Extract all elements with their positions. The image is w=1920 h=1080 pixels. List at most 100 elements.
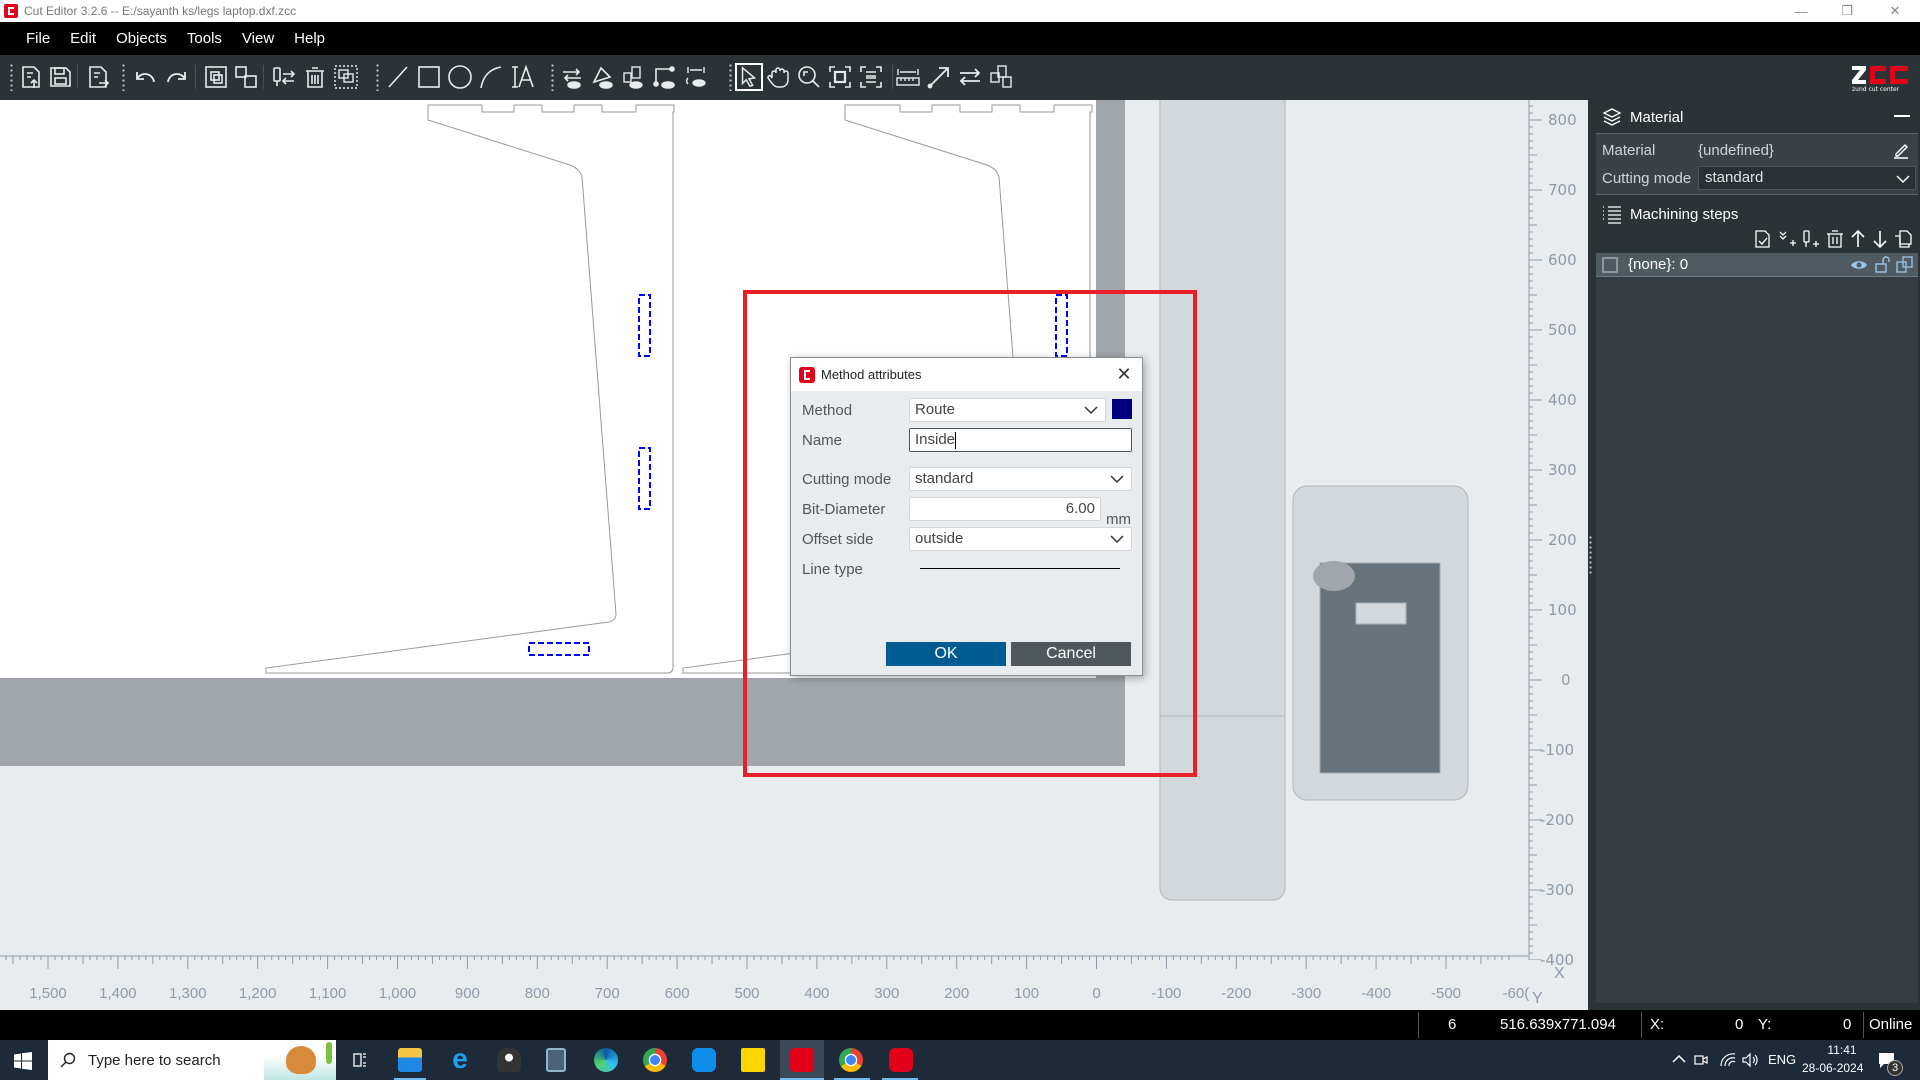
windows-start-icon[interactable]: [14, 1052, 32, 1070]
step-checkbox[interactable]: [1602, 257, 1618, 273]
panel-resize-grip[interactable]: [1588, 535, 1593, 575]
method-select[interactable]: Route: [909, 398, 1106, 422]
menu-edit[interactable]: Edit: [60, 30, 106, 47]
spacing-view-button[interactable]: [682, 63, 710, 91]
toolbar-grip[interactable]: [9, 63, 14, 91]
machining-step-row[interactable]: {none}: 0: [1596, 253, 1918, 277]
menu-tools[interactable]: Tools: [177, 30, 232, 47]
chevron-up-icon[interactable]: [1672, 1054, 1686, 1064]
menu-help[interactable]: Help: [284, 30, 335, 47]
move-up-button[interactable]: [1847, 228, 1869, 250]
cutting-mode-select[interactable]: standard: [1698, 166, 1916, 190]
offset-side-select[interactable]: outside: [909, 527, 1132, 551]
zoom-page-button[interactable]: [857, 63, 885, 91]
clock-date[interactable]: 28-06-2024: [1802, 1061, 1863, 1075]
arc-tool-button[interactable]: [477, 63, 505, 91]
add-tool-button[interactable]: [1800, 228, 1822, 250]
wifi-icon[interactable]: [1719, 1052, 1737, 1068]
sticky-notes-icon[interactable]: [741, 1048, 765, 1072]
zoom-tool-button[interactable]: [795, 63, 823, 91]
restore-button[interactable]: ❐: [1824, 0, 1870, 22]
layers-overlap-icon[interactable]: [1896, 256, 1914, 274]
cancel-button[interactable]: Cancel: [1011, 642, 1131, 666]
ok-button[interactable]: OK: [886, 642, 1006, 666]
zoom-fit-button[interactable]: [826, 63, 854, 91]
inkscape-icon[interactable]: [497, 1048, 521, 1072]
minimize-button[interactable]: —: [1778, 0, 1824, 22]
clock-time[interactable]: 11:41: [1818, 1043, 1866, 1057]
taskbar-search[interactable]: Type here to search: [48, 1040, 336, 1080]
reorder-button[interactable]: [988, 63, 1016, 91]
zcc-app-icon[interactable]: [889, 1048, 913, 1072]
new-step-button[interactable]: [1752, 228, 1774, 250]
x-tick-label: 100: [1014, 985, 1040, 1002]
method-color-swatch[interactable]: [1112, 399, 1132, 419]
menu-objects[interactable]: Objects: [106, 30, 177, 47]
undo-button[interactable]: [131, 63, 159, 91]
machining-steps-header[interactable]: Machining steps: [1602, 204, 1738, 224]
select-tool-button[interactable]: [735, 63, 763, 91]
direction-view-button[interactable]: [558, 63, 586, 91]
toolbar-grip[interactable]: [550, 63, 555, 91]
internet-explorer-icon[interactable]: e: [448, 1045, 472, 1073]
nodes-view-button[interactable]: [589, 63, 617, 91]
chrome-profile-icon[interactable]: [839, 1048, 863, 1072]
order-view-button[interactable]: [620, 63, 648, 91]
material-section-header[interactable]: Material: [1602, 107, 1683, 127]
cutting-mode-select[interactable]: standard: [909, 467, 1132, 491]
move-to-button[interactable]: [925, 63, 953, 91]
collapse-icon[interactable]: [1894, 115, 1910, 117]
cut-editor-taskbar-icon[interactable]: [790, 1048, 814, 1072]
close-button[interactable]: ✕: [1872, 0, 1918, 22]
text-caret: [955, 431, 957, 449]
delete-button[interactable]: [301, 63, 329, 91]
file-explorer-icon[interactable]: [398, 1048, 422, 1072]
redo-button[interactable]: [163, 63, 191, 91]
toolbar-grip[interactable]: [121, 63, 126, 91]
dialog-close-button[interactable]: ✕: [1114, 364, 1134, 384]
reverse-direction-button[interactable]: [956, 63, 984, 91]
measure-button[interactable]: [894, 63, 922, 91]
x-ruler-ticks: [0, 955, 1528, 969]
export-icon: [89, 66, 110, 88]
language-indicator[interactable]: ENG: [1768, 1052, 1796, 1067]
menu-file[interactable]: File: [16, 30, 60, 47]
calculator-icon[interactable]: [546, 1048, 566, 1072]
arrow-down-icon: [1873, 231, 1887, 249]
text-tool-button[interactable]: [508, 63, 536, 91]
pan-tool-button[interactable]: [765, 63, 793, 91]
teamviewer-icon[interactable]: [692, 1048, 716, 1072]
unlock-icon[interactable]: [1874, 256, 1892, 274]
bit-diameter-input[interactable]: 6.00: [909, 497, 1101, 521]
menu-view[interactable]: View: [232, 30, 284, 47]
line-tool-button[interactable]: [384, 63, 412, 91]
eye-icon[interactable]: [1850, 257, 1868, 273]
toolbar-grip[interactable]: [375, 63, 380, 91]
dialog-title-bar[interactable]: Method attributes ✕: [791, 358, 1142, 391]
toolbar-grip[interactable]: [728, 63, 733, 91]
volume-icon[interactable]: [1741, 1052, 1759, 1068]
swap-tool-button[interactable]: [270, 63, 298, 91]
y-coord-label: Y:: [1758, 1016, 1772, 1033]
ungroup-button[interactable]: [232, 63, 260, 91]
circle-tool-button[interactable]: [446, 63, 474, 91]
delete-step-button[interactable]: [1824, 228, 1846, 250]
line-type-selector[interactable]: [920, 568, 1120, 569]
copy-step-button[interactable]: [1892, 228, 1914, 250]
meet-now-icon[interactable]: [1693, 1051, 1709, 1069]
rectangle-tool-button[interactable]: [415, 63, 443, 91]
y-coord-value: 0: [1843, 1016, 1852, 1033]
chrome-icon[interactable]: [643, 1048, 667, 1072]
move-down-button[interactable]: [1869, 228, 1891, 250]
edge-icon[interactable]: [594, 1048, 618, 1072]
name-input[interactable]: Inside: [909, 428, 1132, 452]
start-point-view-button[interactable]: [651, 63, 679, 91]
select-overlapping-button[interactable]: [332, 63, 360, 91]
save-button[interactable]: [46, 63, 74, 91]
export-button[interactable]: [84, 63, 112, 91]
edit-pencil-icon[interactable]: [1892, 141, 1910, 159]
add-method-button[interactable]: [1776, 228, 1798, 250]
task-view-icon[interactable]: [352, 1052, 368, 1068]
group-button[interactable]: [202, 63, 230, 91]
open-file-button[interactable]: [17, 63, 45, 91]
